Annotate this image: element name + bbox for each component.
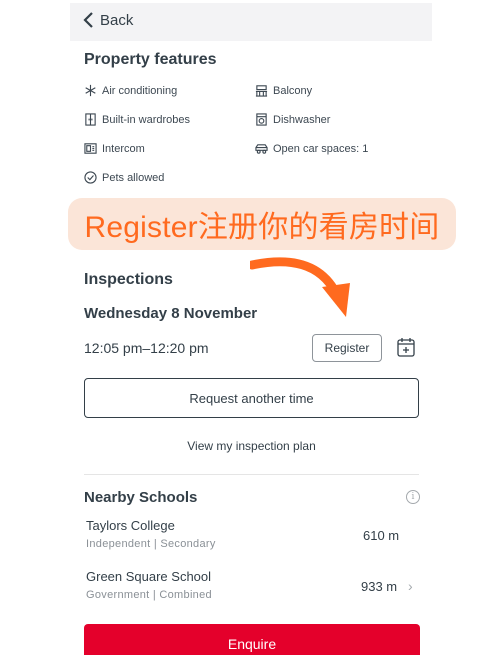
- feature-open-car-spaces: Open car spaces: 1: [255, 142, 368, 155]
- feature-label: Built-in wardrobes: [102, 113, 191, 126]
- balcony-icon: [255, 85, 268, 97]
- schools-title: Nearby Schools: [84, 489, 198, 506]
- feature-built-in-wardrobes: Built-in wardrobes: [84, 113, 190, 126]
- snowflake-icon: [85, 84, 96, 97]
- back-button[interactable]: Back: [82, 11, 133, 29]
- car-icon: [255, 144, 268, 154]
- school-distance: 610 m: [363, 528, 400, 543]
- feature-label: Balcony: [273, 84, 313, 97]
- top-bar: Back: [70, 3, 432, 41]
- feature-label: Dishwasher: [273, 113, 331, 126]
- feature-label: Pets allowed: [102, 171, 165, 184]
- enquire-button[interactable]: Enquire: [84, 624, 420, 655]
- feature-dishwasher: Dishwasher: [255, 113, 330, 126]
- view-inspection-plan-link[interactable]: View my inspection plan: [84, 439, 419, 453]
- school-meta: Independent | Secondary: [86, 538, 216, 550]
- inspections-title: Inspections: [84, 271, 173, 288]
- divider: [84, 474, 419, 475]
- feature-intercom: Intercom: [84, 142, 145, 155]
- feature-air-conditioning: Air conditioning: [84, 84, 177, 97]
- features-title: Property features: [84, 51, 217, 68]
- pointer-arrow-icon: [250, 257, 350, 317]
- school-name[interactable]: Green Square School: [86, 569, 211, 584]
- request-another-time-button[interactable]: Request another time: [84, 378, 419, 418]
- feature-pets-allowed: Pets allowed: [84, 171, 164, 184]
- inspection-time: 12:05 pm–12:20 pm: [84, 340, 209, 356]
- inspection-date: Wednesday 8 November: [84, 305, 258, 322]
- wardrobe-icon: [85, 113, 96, 126]
- annotation-banner: Register注册你的看房时间: [68, 198, 456, 250]
- school-name: Taylors College: [86, 518, 175, 533]
- feature-label: Open car spaces: 1: [273, 142, 369, 155]
- feature-balcony: Balcony: [255, 84, 312, 97]
- feature-label: Intercom: [102, 142, 145, 155]
- chevron-right-icon[interactable]: ›: [408, 578, 413, 594]
- school-meta: Government | Combined: [86, 589, 212, 601]
- back-label: Back: [100, 11, 134, 29]
- dishwasher-icon: [256, 113, 267, 126]
- intercom-icon: [84, 143, 97, 154]
- paw-icon: [84, 171, 97, 184]
- school-distance: 933 m: [361, 579, 398, 594]
- chevron-left-icon: [83, 12, 93, 28]
- feature-label: Air conditioning: [102, 84, 178, 97]
- register-button[interactable]: Register: [312, 334, 382, 362]
- add-to-calendar-icon[interactable]: [397, 337, 415, 357]
- info-icon[interactable]: i: [406, 490, 420, 504]
